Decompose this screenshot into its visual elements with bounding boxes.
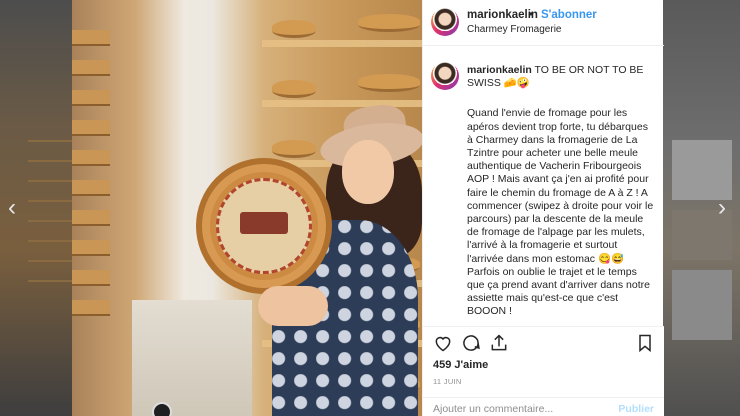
caption-body: Quand l'envie de fromage pour les apéros… (467, 107, 654, 318)
chevron-right-icon[interactable]: › (712, 196, 732, 220)
post-date: 11 JUIN (433, 377, 462, 386)
post-modal: marionkaelin • S'abonner Charmey Fromage… (72, 0, 664, 416)
user-tag-icon[interactable] (152, 402, 172, 416)
avatar[interactable] (431, 8, 459, 36)
post-header: marionkaelin • S'abonner Charmey Fromage… (423, 0, 664, 46)
chevron-left-icon[interactable]: ‹ (2, 196, 22, 220)
likes-count[interactable]: 459 J'aime (433, 359, 488, 371)
comment-input[interactable] (433, 403, 603, 415)
bookmark-icon[interactable] (635, 333, 655, 353)
publish-button[interactable]: Publier (618, 403, 654, 415)
caption-username[interactable]: marionkaelin (467, 64, 532, 76)
separator-dot: • (529, 9, 534, 21)
location-link[interactable]: Charmey Fromagerie (467, 24, 561, 35)
follow-button[interactable]: S'abonner (541, 9, 597, 21)
comment-bar: Publier (423, 397, 664, 416)
comment-icon[interactable] (461, 333, 481, 353)
post-caption: marionkaelin TO BE OR NOT TO BE SWISS 🧀🤪… (467, 64, 655, 324)
author-username[interactable]: marionkaelin (467, 9, 538, 21)
post-actions: 459 J'aime 11 JUIN Publier (423, 326, 664, 416)
post-side-panel: marionkaelin • S'abonner Charmey Fromage… (422, 0, 664, 416)
share-icon[interactable] (489, 333, 509, 353)
post-photo (72, 0, 422, 416)
caption-avatar[interactable] (431, 62, 459, 90)
heart-icon[interactable] (433, 333, 453, 353)
